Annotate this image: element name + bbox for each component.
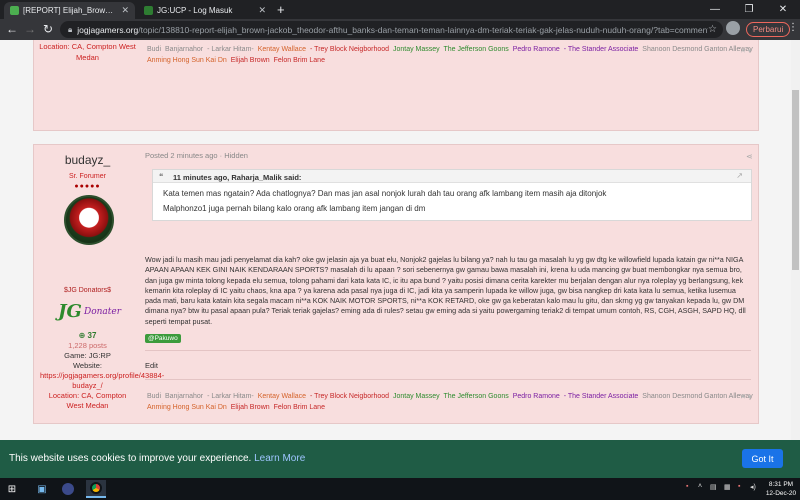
app-icon[interactable]: ▣: [32, 480, 52, 498]
quote-header: 11 minutes ago, Raharja_Malik said:: [153, 170, 751, 183]
page-content: Location: CA, Compton West Medan Budi Ba…: [0, 40, 791, 440]
forum-post: budayz_ Sr. Forumer ●●●●● $JG Donators$ …: [33, 144, 759, 424]
got-it-button[interactable]: Got It: [742, 449, 783, 468]
author-location: Location: CA, Compton West Medan: [39, 42, 136, 62]
learn-more-link[interactable]: Learn More: [254, 453, 305, 464]
forum-post-previous: Location: CA, Compton West Medan Budi Ba…: [33, 40, 759, 131]
mention-tag[interactable]: @Pakuwo: [145, 334, 181, 343]
tab-title: [REPORT] Elijah_Brown, Jackob_Th...: [23, 6, 117, 15]
signature-line-1: Budi Banjarnahor - Larkar Hitam- Kentay …: [147, 393, 753, 400]
quote-line: Kata temen mas ngatain? Ada chatlognya? …: [163, 189, 607, 198]
signature-line-2: Anming Hong Sun Kai Dn Elijah Brown Felo…: [147, 57, 325, 64]
tray-icon[interactable]: ▤: [710, 483, 717, 491]
edit-link[interactable]: Edit: [145, 361, 158, 370]
chrome-icon[interactable]: [86, 480, 106, 498]
taskbar-clock[interactable]: 8:31 PM 12-Dec-20: [764, 480, 798, 498]
author-location: Location: CA, Compton West Medan: [48, 391, 127, 410]
close-tab-icon[interactable]: ✕: [258, 5, 266, 16]
scrollbar-thumb[interactable]: [792, 90, 799, 270]
tray-up-icon[interactable]: ˄: [698, 483, 702, 490]
quote-line: Malphonzo1 juga pernah bilang kalo orang…: [163, 204, 426, 213]
post-meta: Posted 2 minutes ago · Hidden: [145, 151, 248, 160]
donor-group-label: $JG Donators$: [63, 287, 112, 294]
close-window-icon[interactable]: ✕: [766, 0, 800, 19]
volume-icon[interactable]: ◂): [750, 483, 756, 491]
quote-block: 11 minutes ago, Raharja_Malik said: ❝ ↗ …: [152, 169, 752, 221]
close-tab-icon[interactable]: ✕: [121, 5, 129, 16]
quote-icon: ❝: [159, 172, 164, 181]
network-icon[interactable]: ▦: [724, 483, 731, 491]
website-label: Website:: [72, 361, 103, 370]
quote-link-icon[interactable]: ↗: [736, 171, 743, 180]
windows-start-icon[interactable]: ⊞: [2, 480, 22, 498]
update-button[interactable]: Perbarui: [746, 22, 791, 37]
author-rank: Sr. Forumer: [69, 173, 106, 180]
signature-toggle-icon[interactable]: ✕ ▾: [740, 47, 751, 55]
url-text: jogjagamers.org/topic/138810-report-elij…: [77, 24, 709, 35]
rank-pips: ●●●●●: [74, 183, 101, 190]
author-game: Game: JG:RP: [64, 351, 111, 360]
app-icon[interactable]: [58, 480, 78, 498]
forward-icon[interactable]: →: [22, 21, 38, 37]
maximize-icon[interactable]: ❐: [732, 0, 766, 19]
divider: [145, 379, 751, 380]
lock-icon: 🔒︎: [68, 24, 73, 34]
page-scrollbar[interactable]: [791, 40, 800, 440]
menu-kebab-icon[interactable]: ⋮: [788, 22, 798, 33]
browser-toolbar: ← → ↻ 🔒︎ jogjagamers.org/topic/138810-re…: [0, 19, 800, 40]
divider: [145, 350, 751, 351]
signature-line-2: Anming Hong Sun Kai Dn Elijah Brown Felo…: [147, 404, 325, 411]
tray-icon[interactable]: ▪: [686, 483, 688, 490]
favicon-icon: [144, 6, 153, 15]
back-icon[interactable]: ←: [4, 21, 20, 37]
tab-report[interactable]: [REPORT] Elijah_Brown, Jackob_Th... ✕: [4, 2, 135, 19]
bookmark-star-icon[interactable]: ☆: [708, 24, 717, 35]
tab-ucp[interactable]: JG:UCP - Log Masuk ✕: [138, 2, 272, 19]
profile-avatar-icon[interactable]: [726, 21, 740, 35]
new-tab-button[interactable]: +: [277, 3, 285, 16]
post-count: 1,228 posts: [68, 341, 107, 350]
tray-icon[interactable]: ▪: [738, 483, 740, 490]
favicon-icon: [10, 6, 19, 15]
cookie-message: This website uses cookies to improve you…: [9, 453, 306, 464]
windows-taskbar: ⊞ ▣ ▪ ˄ ▤ ▦ ▪ ◂) 8:31 PM 12-Dec-20: [0, 478, 800, 500]
author-name[interactable]: budayz_: [34, 153, 141, 167]
address-bar[interactable]: 🔒︎ jogjagamers.org/topic/138810-report-e…: [60, 21, 723, 38]
avatar[interactable]: [64, 195, 114, 245]
post-body: Wow jadi lu masih mau jadi penyelamat di…: [145, 255, 746, 326]
signature-toggle-icon[interactable]: ✕ ▾: [740, 393, 751, 401]
website-link[interactable]: https://jogjagamers.org/profile/43884-bu…: [34, 371, 164, 391]
minimize-icon[interactable]: —: [698, 0, 732, 19]
donater-badge-icon: JG Donater: [58, 301, 122, 322]
reputation-count: ⊕ 37: [78, 331, 97, 340]
reload-icon[interactable]: ↻: [40, 21, 56, 37]
tab-title: JG:UCP - Log Masuk: [157, 6, 233, 15]
cookie-banner: This website uses cookies to improve you…: [0, 440, 800, 478]
browser-tab-bar: [REPORT] Elijah_Brown, Jackob_Th... ✕ JG…: [0, 0, 800, 19]
share-icon[interactable]: ⋖: [746, 152, 753, 161]
signature-line-1: Budi Banjarnahor - Larkar Hitam- Kentay …: [147, 46, 753, 53]
